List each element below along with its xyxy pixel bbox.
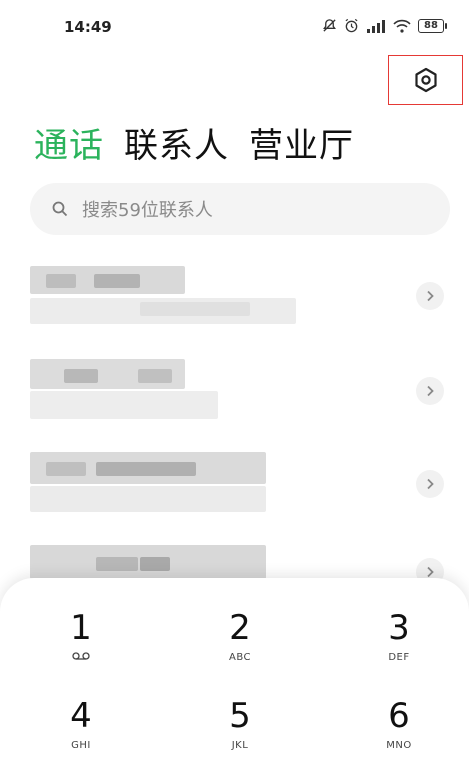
dial-key-2[interactable]: 2 ABC [190,608,290,678]
dial-digit: 2 [229,608,251,648]
dial-digit: 6 [388,696,410,736]
dial-key-3[interactable]: 3 DEF [349,608,449,678]
gear-hex-icon [414,67,437,93]
contact-detail-button[interactable] [416,470,444,498]
dial-key-4[interactable]: 4 GHI [31,696,131,766]
dial-digit: 1 [70,608,92,648]
tab-bar: 通话 联系人 营业厅 [34,118,354,167]
dial-letters: GHI [71,740,91,751]
search-icon [52,201,68,217]
voicemail-icon [31,652,131,663]
search-placeholder: 搜索59位联系人 [82,200,213,221]
chevron-right-icon [427,385,434,397]
dial-key-5[interactable]: 5 JKL [190,696,290,766]
contact-detail-button[interactable] [416,377,444,405]
wifi-icon [393,19,411,33]
dial-key-6[interactable]: 6 MNO [349,696,449,766]
tab-calls[interactable]: 通话 [34,118,104,167]
dial-digit: 4 [70,696,92,736]
list-item[interactable] [0,260,469,350]
tab-contacts[interactable]: 联系人 [124,118,229,167]
search-input[interactable]: 搜索59位联系人 [30,183,450,235]
dial-letters: JKL [231,740,249,751]
status-icons: 88 [322,18,447,33]
chevron-right-icon [427,566,434,578]
dial-digit: 3 [388,608,410,648]
alarm-icon [345,18,358,33]
chevron-right-icon [427,478,434,490]
battery-icon: 88 [418,18,447,33]
contact-detail-button[interactable] [416,282,444,310]
status-time: 14:49 [64,18,112,36]
tab-business-hall[interactable]: 营业厅 [249,118,354,167]
dialpad: 1 2 ABC 3 DEF 4 GHI 5 JKL 6 MNO [0,578,469,774]
dial-letters: ABC [228,652,251,663]
signal-icon [367,19,385,33]
settings-button[interactable] [388,55,463,105]
dial-key-1[interactable]: 1 [31,608,131,678]
battery-level: 88 [418,18,444,33]
dial-letters: DEF [388,652,410,663]
status-bar: 14:49 88 [0,0,469,56]
dial-digit: 5 [229,696,251,736]
mute-icon [323,19,336,32]
list-item[interactable] [0,448,469,538]
list-item[interactable] [0,355,469,445]
dial-letters: MNO [386,740,412,751]
chevron-right-icon [427,290,434,302]
